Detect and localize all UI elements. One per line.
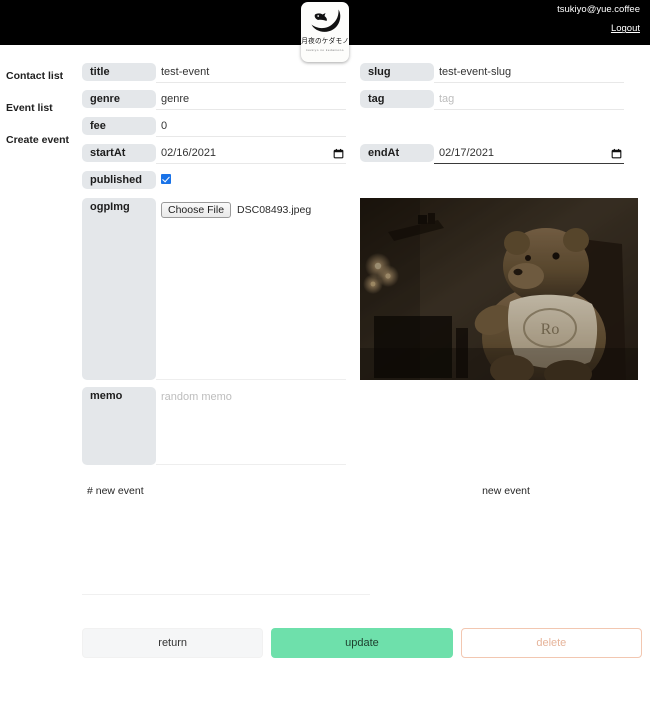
- logout-link[interactable]: Logout: [611, 23, 640, 34]
- ogp-file-cell: Choose File DSC08493.jpeg: [156, 198, 346, 380]
- sidebar-item-event-list[interactable]: Event list: [6, 102, 80, 114]
- logo-japanese-text: 月夜のケダモノ: [301, 38, 349, 45]
- label-genre: genre: [82, 90, 156, 108]
- label-slug: slug: [360, 63, 434, 81]
- slug-input[interactable]: test-event-slug: [434, 63, 624, 83]
- memo-input[interactable]: random memo: [156, 387, 346, 465]
- title-input[interactable]: test-event: [156, 63, 346, 83]
- ogp-image-preview: Ro: [360, 198, 638, 380]
- label-published: published: [82, 171, 156, 189]
- start-at-value: 02/16/2021: [161, 147, 217, 159]
- label-tag: tag: [360, 90, 434, 108]
- label-title: title: [82, 63, 156, 81]
- calendar-icon[interactable]: [611, 148, 622, 159]
- end-at-value: 02/17/2021: [439, 147, 495, 159]
- genre-input[interactable]: genre: [156, 90, 346, 110]
- published-checkbox[interactable]: [161, 174, 171, 184]
- markdown-section: # new event new event: [82, 485, 642, 595]
- markdown-preview: new event: [482, 485, 530, 497]
- label-fee: fee: [82, 117, 156, 135]
- crescent-moon-beast-icon: [311, 9, 341, 32]
- update-button[interactable]: update: [271, 628, 453, 658]
- selected-file-name: DSC08493.jpeg: [237, 204, 312, 216]
- label-memo: memo: [82, 387, 156, 465]
- event-form: title test-event slug test-event-slug ge…: [82, 63, 642, 465]
- published-checkbox-cell: [156, 171, 346, 191]
- sidebar-nav: Contact list Event list Create event: [0, 70, 80, 166]
- choose-file-button[interactable]: Choose File: [161, 202, 232, 218]
- logo-subtitle: tsukiyo no kedamono: [306, 48, 344, 52]
- return-button[interactable]: return: [82, 628, 264, 658]
- account-email: tsukiyo@yue.coffee: [557, 4, 640, 15]
- markdown-source-input[interactable]: # new event: [82, 485, 370, 595]
- sidebar-item-create-event[interactable]: Create event: [6, 134, 80, 146]
- start-at-input[interactable]: 02/16/2021: [156, 144, 346, 164]
- tag-input[interactable]: tag: [434, 90, 624, 110]
- label-ogp-img: ogpImg: [82, 198, 156, 380]
- site-logo[interactable]: 月夜のケダモノ tsukiyo no kedamono: [301, 2, 349, 62]
- label-start-at: startAt: [82, 144, 156, 162]
- form-actions: return update delete: [82, 628, 642, 658]
- header-account-area: tsukiyo@yue.coffee Logout: [557, 4, 640, 35]
- teddy-bear-photo: Ro: [360, 198, 638, 380]
- file-input[interactable]: Choose File DSC08493.jpeg: [161, 202, 344, 218]
- top-header: 月夜のケダモノ tsukiyo no kedamono tsukiyo@yue.…: [0, 0, 650, 62]
- delete-button[interactable]: delete: [460, 628, 642, 658]
- calendar-icon[interactable]: [333, 148, 344, 159]
- sidebar-item-contact-list[interactable]: Contact list: [6, 70, 80, 82]
- end-at-input[interactable]: 02/17/2021: [434, 144, 624, 164]
- fee-input[interactable]: 0: [156, 117, 346, 137]
- label-end-at: endAt: [360, 144, 434, 162]
- ogp-image-preview-wrap: Ro: [360, 198, 638, 380]
